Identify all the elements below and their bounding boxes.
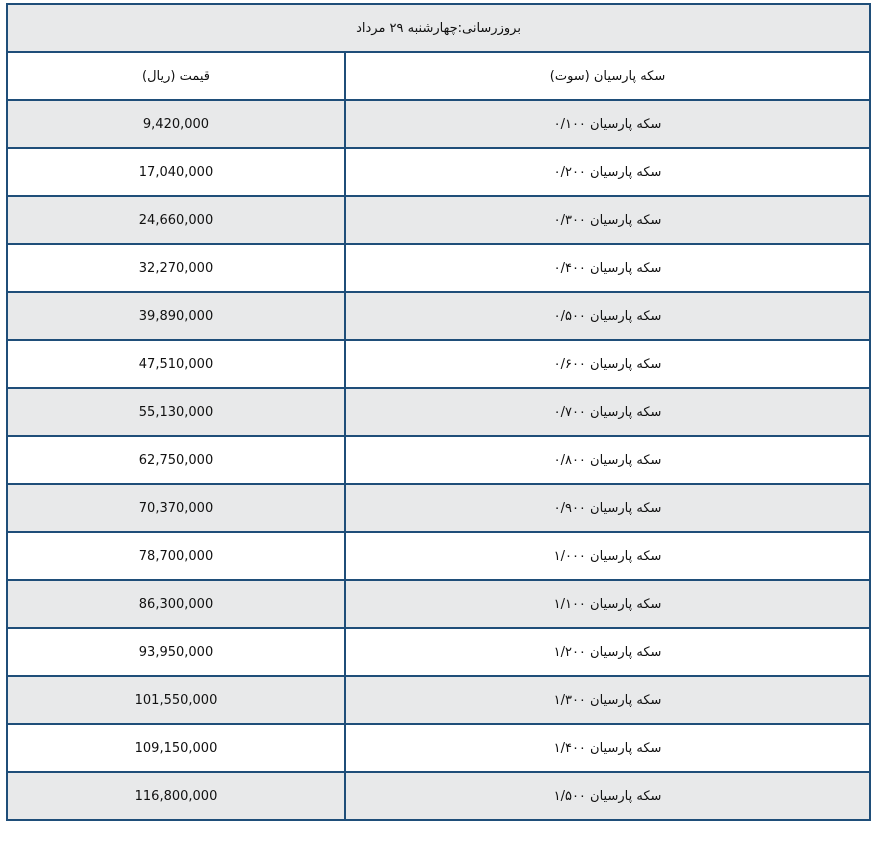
price-cell: 62,750,000 xyxy=(6,435,346,485)
coin-name-cell: سکه پارسیان ۰/۲۰۰ xyxy=(343,147,872,197)
coin-name-cell: سکه پارسیان ۱/۰۰۰ xyxy=(343,531,872,581)
price-cell: 39,890,000 xyxy=(6,291,346,341)
price-cell: 47,510,000 xyxy=(6,339,346,389)
table-row: 9,420,000 سکه پارسیان ۰/۱۰۰ xyxy=(6,99,872,149)
price-cell: 70,370,000 xyxy=(6,483,346,533)
table-row: 62,750,000 سکه پارسیان ۰/۸۰۰ xyxy=(6,435,872,485)
price-cell: 78,700,000 xyxy=(6,531,346,581)
table-row: 93,950,000 سکه پارسیان ۱/۲۰۰ xyxy=(6,627,872,677)
parsian-coin-price-table: بروزرسانی:چهارشنبه ۲۹ مرداد قیمت (ریال) … xyxy=(5,3,872,821)
coin-name-cell: سکه پارسیان ۱/۴۰۰ xyxy=(343,723,872,773)
price-cell: 32,270,000 xyxy=(6,243,346,293)
table-row: 32,270,000 سکه پارسیان ۰/۴۰۰ xyxy=(6,243,872,293)
price-cell: 101,550,000 xyxy=(6,675,346,725)
table-row: 17,040,000 سکه پارسیان ۰/۲۰۰ xyxy=(6,147,872,197)
table-row: 24,660,000 سکه پارسیان ۰/۳۰۰ xyxy=(6,195,872,245)
coin-name-cell: سکه پارسیان ۱/۲۰۰ xyxy=(343,627,872,677)
price-column-header: قیمت (ریال) xyxy=(6,51,346,101)
coin-name-cell: سکه پارسیان ۰/۷۰۰ xyxy=(343,387,872,437)
table-row: 109,150,000 سکه پارسیان ۱/۴۰۰ xyxy=(6,723,872,773)
price-cell: 116,800,000 xyxy=(6,771,346,821)
price-cell: 24,660,000 xyxy=(6,195,346,245)
update-date-title: بروزرسانی:چهارشنبه ۲۹ مرداد xyxy=(5,3,872,53)
coin-name-cell: سکه پارسیان ۱/۳۰۰ xyxy=(343,675,872,725)
table-row: 116,800,000 سکه پارسیان ۱/۵۰۰ xyxy=(6,771,872,821)
coin-column-header: سکه پارسیان (سوت) xyxy=(343,51,872,101)
coin-name-cell: سکه پارسیان ۰/۶۰۰ xyxy=(343,339,872,389)
coin-name-cell: سکه پارسیان ۰/۵۰۰ xyxy=(343,291,872,341)
coin-name-cell: سکه پارسیان ۱/۱۰۰ xyxy=(343,579,872,629)
price-cell: 55,130,000 xyxy=(6,387,346,437)
table-row: 70,370,000 سکه پارسیان ۰/۹۰۰ xyxy=(6,483,872,533)
price-cell: 93,950,000 xyxy=(6,627,346,677)
price-cell: 17,040,000 xyxy=(6,147,346,197)
price-cell: 9,420,000 xyxy=(6,99,346,149)
price-cell: 109,150,000 xyxy=(6,723,346,773)
table-row: 101,550,000 سکه پارسیان ۱/۳۰۰ xyxy=(6,675,872,725)
coin-name-cell: سکه پارسیان ۱/۵۰۰ xyxy=(343,771,872,821)
coin-name-cell: سکه پارسیان ۰/۱۰۰ xyxy=(343,99,872,149)
table-row: 47,510,000 سکه پارسیان ۰/۶۰۰ xyxy=(6,339,872,389)
table-row: 55,130,000 سکه پارسیان ۰/۷۰۰ xyxy=(6,387,872,437)
update-title-row: بروزرسانی:چهارشنبه ۲۹ مرداد xyxy=(5,3,872,53)
coin-name-cell: سکه پارسیان ۰/۳۰۰ xyxy=(343,195,872,245)
table-row: 86,300,000 سکه پارسیان ۱/۱۰۰ xyxy=(6,579,872,629)
table-row: 39,890,000 سکه پارسیان ۰/۵۰۰ xyxy=(6,291,872,341)
table-row: 78,700,000 سکه پارسیان ۱/۰۰۰ xyxy=(6,531,872,581)
coin-name-cell: سکه پارسیان ۰/۸۰۰ xyxy=(343,435,872,485)
price-cell: 86,300,000 xyxy=(6,579,346,629)
coin-name-cell: سکه پارسیان ۰/۴۰۰ xyxy=(343,243,872,293)
header-row: قیمت (ریال) سکه پارسیان (سوت) xyxy=(6,51,872,101)
coin-name-cell: سکه پارسیان ۰/۹۰۰ xyxy=(343,483,872,533)
